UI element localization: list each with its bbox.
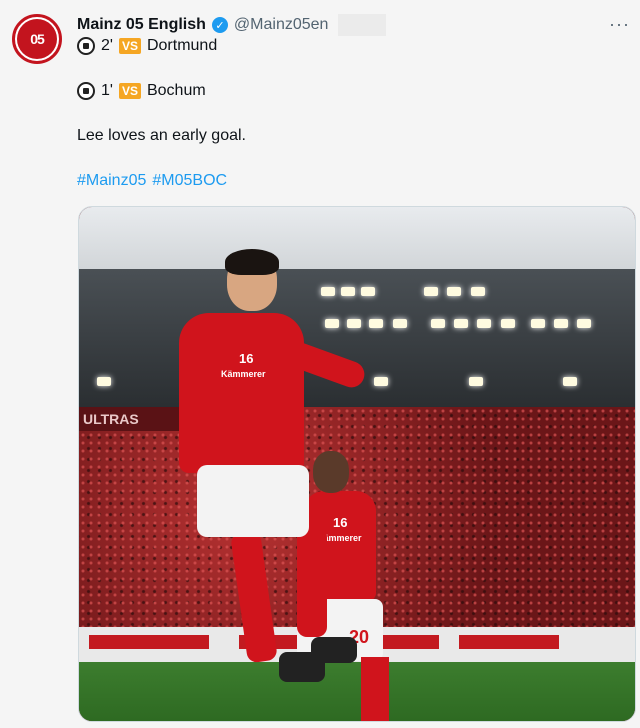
soccer-ball-icon <box>77 37 95 55</box>
pitch <box>79 662 635 721</box>
account-name[interactable]: Mainz 05 English <box>77 16 206 34</box>
player-leg <box>297 527 327 637</box>
match-line-1: 2' VS Dortmund <box>77 37 217 55</box>
player-hair <box>225 249 279 275</box>
hashtag-link[interactable]: #Mainz05 <box>77 172 146 190</box>
match-minute: 2' <box>101 37 113 54</box>
soccer-ball-icon <box>77 82 95 100</box>
shirt-number: 16 <box>333 515 348 530</box>
player-shorts <box>197 465 309 537</box>
ultras-banner: ULTRAS <box>79 407 193 431</box>
vs-badge: VS <box>118 38 141 54</box>
teammate-leg <box>361 657 389 721</box>
account-handle[interactable]: @Mainz05en <box>234 16 329 34</box>
vs-badge: VS <box>118 83 141 99</box>
tweet-body: Lee loves an early goal. <box>77 127 246 144</box>
match-line-2: 1' VS Bochum <box>77 82 206 100</box>
shirt-number: 16 <box>239 351 254 366</box>
verified-badge-icon: ✓ <box>211 17 228 33</box>
match-opponent: Bochum <box>146 82 206 99</box>
hashtags: #Mainz05 #M05BOC <box>77 172 227 190</box>
stadium-roof <box>79 269 635 409</box>
club-logo: 05 <box>17 19 57 59</box>
match-opponent: Dortmund <box>146 37 218 54</box>
sky <box>79 207 635 277</box>
shirt-sponsor: Kämmerer <box>221 369 266 379</box>
player-shirt <box>179 313 304 473</box>
match-minute: 1' <box>101 82 113 99</box>
hashtag-link[interactable]: #M05BOC <box>152 172 227 190</box>
tweet-header: Mainz 05 English ✓ @Mainz05en <box>77 14 600 36</box>
redacted-block <box>338 14 387 36</box>
avatar[interactable]: 05 <box>12 14 62 64</box>
player-boot <box>311 637 357 663</box>
more-options-icon[interactable]: ··· <box>609 14 630 35</box>
teammate-head <box>313 451 349 493</box>
tweet-photo[interactable]: ULTRAS 16 Kämmerer 20 16 Kämmerer <box>78 206 636 722</box>
